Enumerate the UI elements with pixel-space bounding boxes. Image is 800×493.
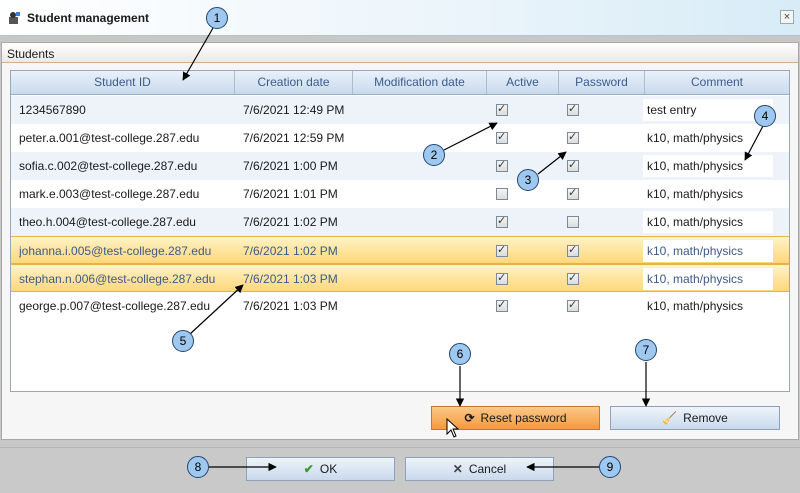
active-checkbox[interactable] <box>496 158 508 172</box>
student-id-cell: george.p.007@test-college.287.edu <box>19 299 210 313</box>
table-row[interactable]: theo.h.004@test-college.287.edu 7/6/2021 … <box>11 208 789 236</box>
broom-icon: 🧹 <box>662 411 678 425</box>
table-row[interactable]: stephan.n.006@test-college.287.edu 7/6/20… <box>11 264 789 292</box>
active-checkbox[interactable] <box>496 188 508 200</box>
students-grid: Student ID Creation date Modification da… <box>10 70 790 392</box>
callout-9: 9 <box>599 456 621 478</box>
group-header: Students <box>2 43 798 63</box>
modification-date-cell <box>361 265 485 293</box>
creation-date-cell: 7/6/2021 12:59 PM <box>243 131 345 145</box>
active-checkbox[interactable] <box>496 214 508 228</box>
refresh-icon: ⟳ <box>464 411 475 425</box>
password-checkbox[interactable] <box>567 271 579 285</box>
password-checkbox[interactable] <box>567 298 579 312</box>
comment-cell[interactable]: k10, math/physics <box>643 240 773 262</box>
cancel-button[interactable]: ✕ Cancel <box>405 457 554 481</box>
column-header-modification-date[interactable]: Modification date <box>353 71 487 94</box>
table-row[interactable]: peter.a.001@test-college.287.edu 7/6/2021… <box>11 124 789 152</box>
title-bar: Student management × <box>0 0 800 36</box>
grid-header: Student ID Creation date Modification da… <box>11 71 789 95</box>
mouse-cursor-icon <box>446 418 460 438</box>
creation-date-cell: 7/6/2021 1:02 PM <box>243 244 338 258</box>
callout-5: 5 <box>172 330 194 352</box>
column-header-comment[interactable]: Comment <box>645 71 789 94</box>
modification-date-cell <box>361 180 485 208</box>
password-checkbox[interactable] <box>567 243 579 257</box>
group-title: Students <box>7 47 55 61</box>
modification-date-cell <box>361 292 485 320</box>
ok-button[interactable]: ✔ OK <box>246 457 395 481</box>
creation-date-cell: 7/6/2021 1:03 PM <box>243 272 338 286</box>
creation-date-cell: 7/6/2021 1:02 PM <box>243 215 338 229</box>
column-header-active[interactable]: Active <box>487 71 559 94</box>
student-id-cell: theo.h.004@test-college.287.edu <box>19 215 196 229</box>
column-header-creation-date[interactable]: Creation date <box>235 71 353 94</box>
close-button[interactable]: × <box>780 10 794 24</box>
table-row[interactable]: johanna.i.005@test-college.287.edu 7/6/20… <box>11 236 789 264</box>
student-id-cell: stephan.n.006@test-college.287.edu <box>19 272 216 286</box>
column-header-password[interactable]: Password <box>559 71 645 94</box>
student-app-icon <box>9 12 20 24</box>
student-id-cell: sofia.c.002@test-college.287.edu <box>19 159 198 173</box>
active-checkbox[interactable] <box>496 243 508 257</box>
modification-date-cell <box>361 237 485 265</box>
callout-2: 2 <box>423 144 445 166</box>
comment-cell[interactable]: k10, math/physics <box>643 183 773 205</box>
student-id-cell: johanna.i.005@test-college.287.edu <box>19 244 212 258</box>
comment-cell[interactable]: k10, math/physics <box>643 268 773 290</box>
cancel-label: Cancel <box>468 462 507 476</box>
student-id-cell: peter.a.001@test-college.287.edu <box>19 131 200 145</box>
comment-cell[interactable]: k10, math/physics <box>643 211 773 233</box>
x-icon: ✕ <box>452 462 463 476</box>
creation-date-cell: 7/6/2021 1:01 PM <box>243 187 338 201</box>
callout-6: 6 <box>449 343 471 365</box>
password-checkbox[interactable] <box>567 158 579 172</box>
column-header-student-id[interactable]: Student ID <box>11 71 235 94</box>
callout-8: 8 <box>187 456 209 478</box>
creation-date-cell: 7/6/2021 12:49 PM <box>243 103 345 117</box>
password-checkbox[interactable] <box>567 130 579 144</box>
remove-button[interactable]: 🧹 Remove <box>610 406 780 430</box>
callout-7: 7 <box>635 339 657 361</box>
window-title: Student management <box>27 11 150 25</box>
password-checkbox[interactable] <box>567 186 579 200</box>
student-id-cell: mark.e.003@test-college.287.edu <box>19 187 200 201</box>
callout-4: 4 <box>754 105 776 127</box>
active-checkbox[interactable] <box>496 130 508 144</box>
ok-label: OK <box>319 462 338 476</box>
password-checkbox[interactable] <box>567 102 579 116</box>
active-checkbox[interactable] <box>496 298 508 312</box>
checkmark-icon: ✔ <box>303 462 314 476</box>
modification-date-cell <box>361 96 485 124</box>
comment-cell[interactable]: k10, math/physics <box>643 155 773 177</box>
table-row[interactable]: sofia.c.002@test-college.287.edu 7/6/2021… <box>11 152 789 180</box>
creation-date-cell: 7/6/2021 1:00 PM <box>243 159 338 173</box>
remove-label: Remove <box>683 411 728 425</box>
active-checkbox[interactable] <box>496 271 508 285</box>
callout-3: 3 <box>517 169 539 191</box>
callout-1: 1 <box>206 7 228 29</box>
creation-date-cell: 7/6/2021 1:03 PM <box>243 299 338 313</box>
table-row[interactable]: 12345678907/6/2021 12:49 PMtest entry <box>11 96 789 124</box>
modification-date-cell <box>361 208 485 236</box>
table-row[interactable]: george.p.007@test-college.287.edu 7/6/202… <box>11 292 789 320</box>
table-row[interactable]: mark.e.003@test-college.287.edu 7/6/2021 … <box>11 180 789 208</box>
modification-date-cell <box>361 124 485 152</box>
active-checkbox[interactable] <box>496 102 508 116</box>
comment-cell[interactable]: k10, math/physics <box>643 127 773 149</box>
student-id-cell: 1234567890 <box>19 103 86 117</box>
dialog-button-bar <box>0 447 800 493</box>
reset-password-label: Reset password <box>480 411 567 425</box>
password-checkbox[interactable] <box>567 216 579 228</box>
comment-cell[interactable]: k10, math/physics <box>643 295 773 317</box>
